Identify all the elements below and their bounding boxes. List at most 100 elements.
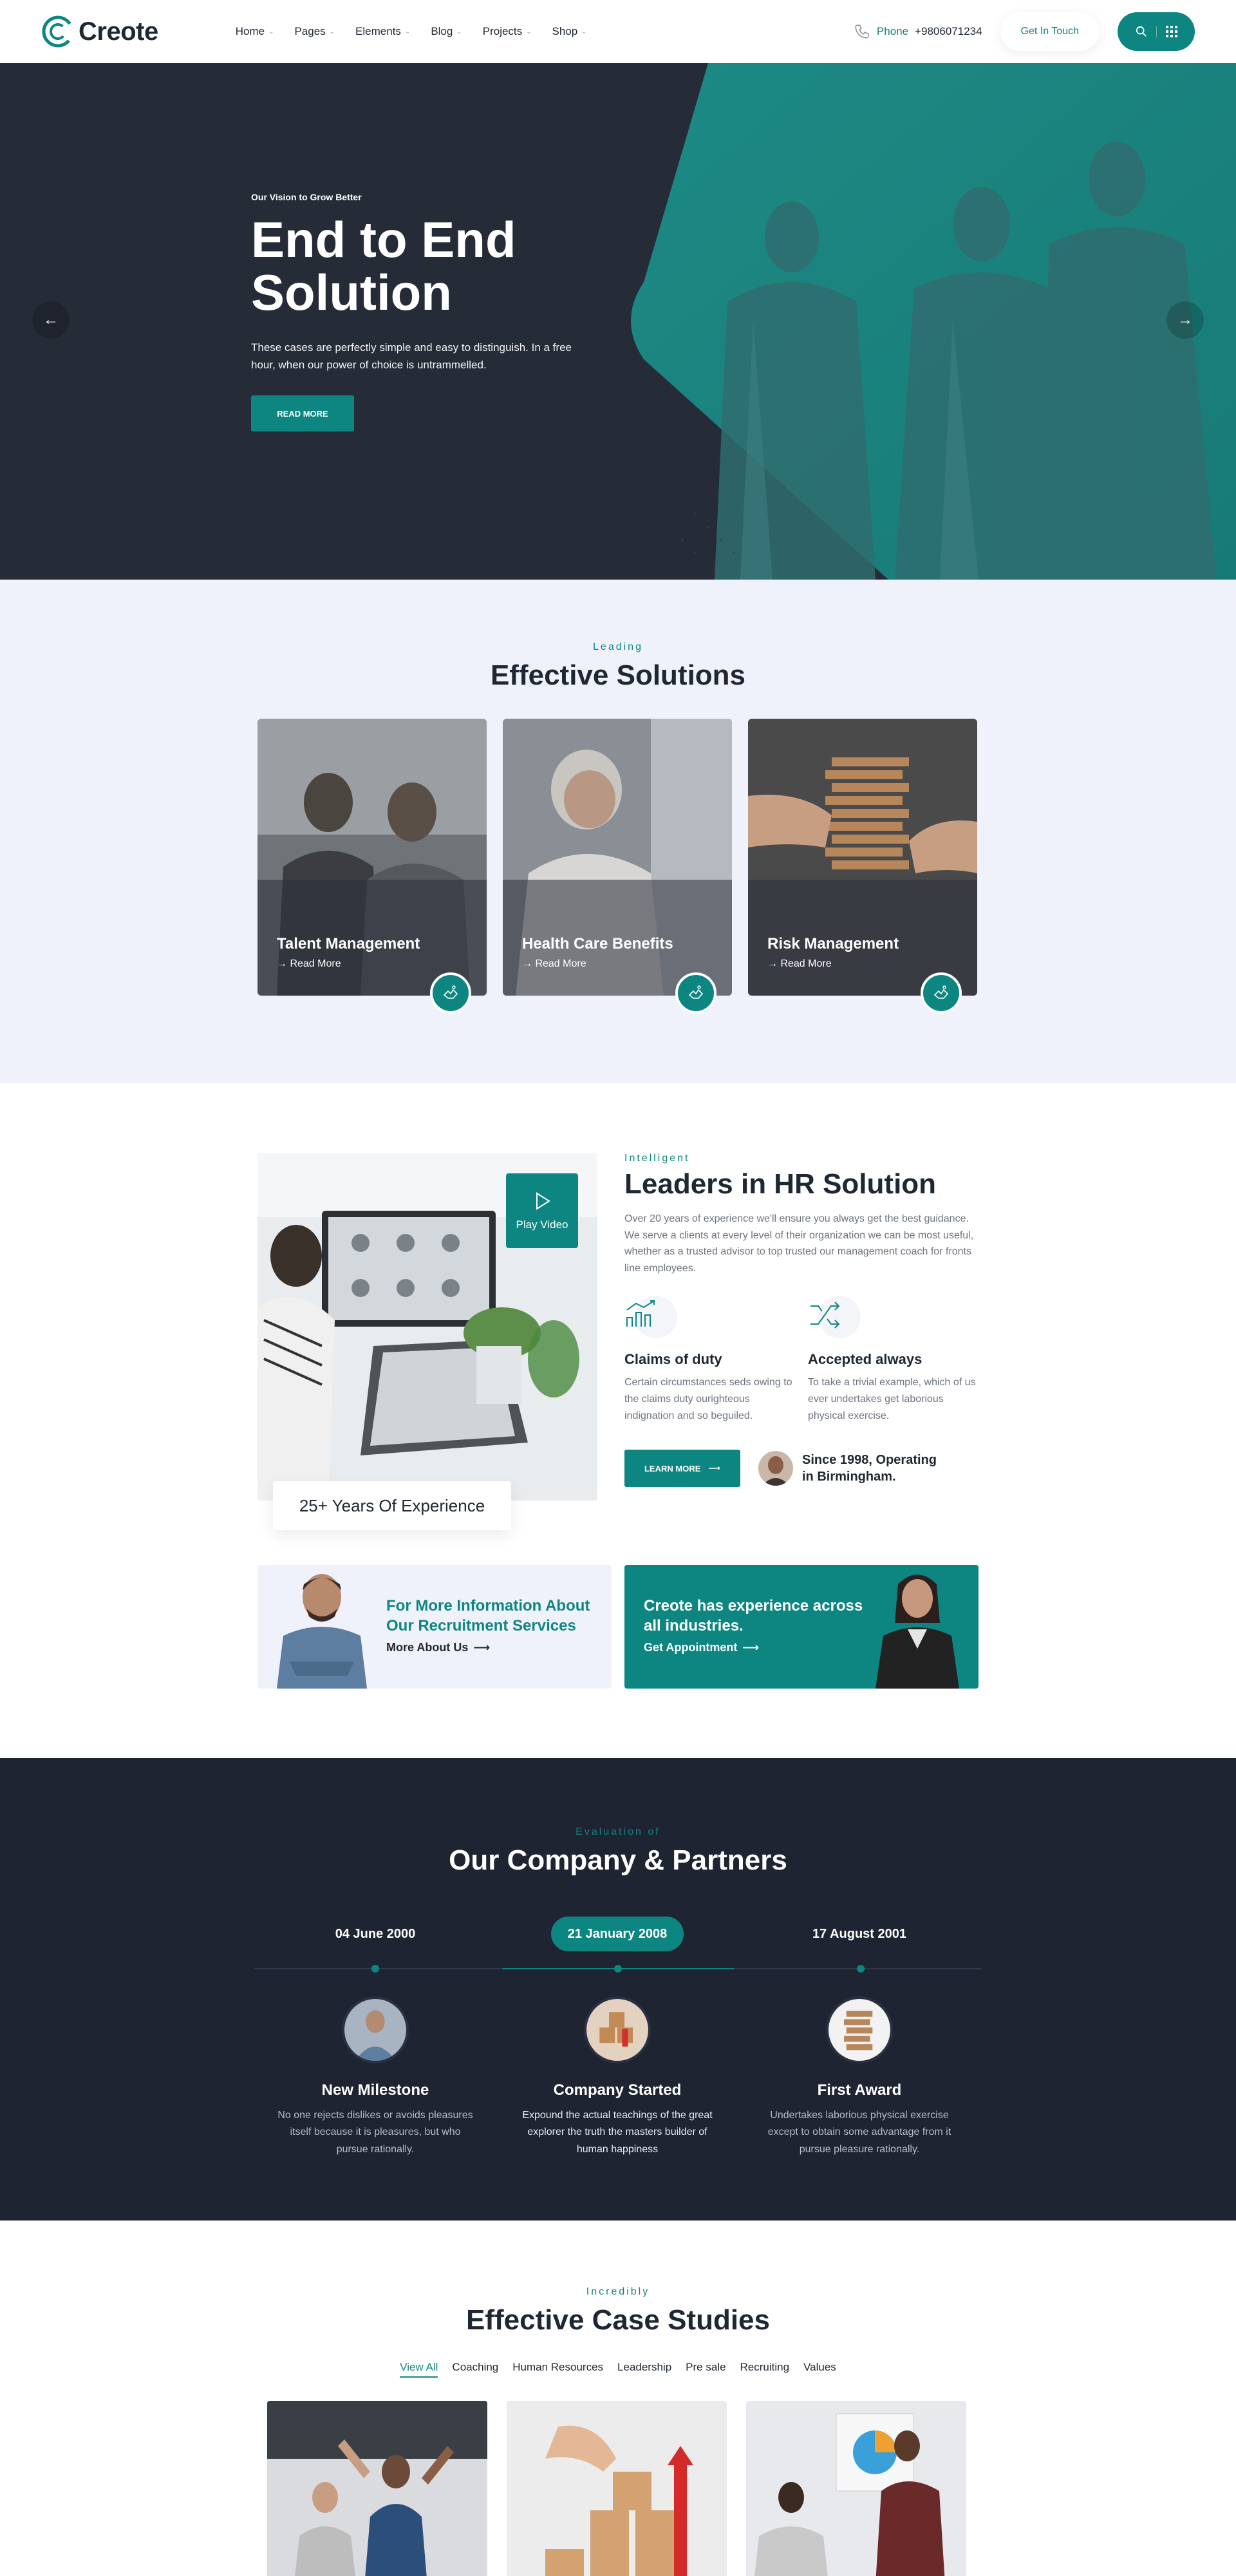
filter-human-resources[interactable]: Human Resources: [512, 2361, 603, 2378]
card-image: [748, 719, 977, 996]
timeline-date-tab[interactable]: 17 August 2001: [796, 1917, 923, 1951]
get-in-touch-button[interactable]: Get In Touch: [1000, 12, 1100, 51]
timeline-date-tab-active[interactable]: 21 January 2008: [550, 1917, 684, 1951]
nav-label: Blog: [431, 25, 453, 37]
logo-text: Creote: [79, 17, 158, 46]
case-filters: View All Coaching Human Resources Leader…: [0, 2361, 1236, 2378]
filter-recruiting[interactable]: Recruiting: [740, 2361, 790, 2378]
arrow-right-icon: ⟶: [708, 1463, 721, 1473]
timeline-date-tab[interactable]: 04 June 2000: [319, 1917, 433, 1951]
handshake-icon: [688, 985, 704, 999]
case-study-card[interactable]: [267, 2401, 487, 2576]
chart-growth-icon: [626, 1300, 655, 1327]
solutions-section: Leading Effective Solutions Talent Manag…: [0, 580, 1236, 1083]
card-image: [258, 719, 487, 996]
arrow-right-icon: ⟶: [473, 1641, 491, 1654]
promo-link-label: More About Us: [386, 1641, 469, 1654]
feature-icon-wrap: [624, 1296, 677, 1339]
hero-slider: ← → Our Vision to Grow Better End to End…: [0, 63, 1236, 580]
filter-leadership[interactable]: Leadership: [617, 2361, 671, 2378]
solution-card[interactable]: Talent Management → Read More: [258, 719, 487, 1014]
chevron-down-icon: ⌄: [456, 28, 462, 35]
hero-title-line: Solution: [251, 263, 452, 321]
feature-item: Claims of duty Certain circumstances sed…: [624, 1296, 795, 1424]
hero-description-line: These cases are perfectly simple and eas…: [251, 341, 572, 354]
promo-title: For More Information About Our Recruitme…: [386, 1596, 590, 1636]
card-read-more-link[interactable]: → Read More: [277, 958, 341, 970]
play-video-button[interactable]: Play Video: [506, 1173, 578, 1248]
event-title: First Award: [817, 2081, 902, 2099]
card-title: Risk Management: [767, 935, 899, 952]
feature-item: Accepted always To take a trivial exampl…: [808, 1296, 979, 1424]
timeline-events: New Milestone No one rejects dislikes or…: [254, 1996, 980, 2158]
handshake-icon: [443, 985, 458, 999]
nav-home[interactable]: Home ⌄: [236, 25, 274, 38]
section-eyebrow: Leading: [593, 641, 643, 652]
event-description: Expound the actual teachings of the grea…: [522, 2110, 713, 2155]
section-title: Our Company & Partners: [449, 1844, 787, 1876]
hero-eyebrow: Our Vision to Grow Better: [251, 192, 362, 202]
search-icon[interactable]: [1136, 26, 1147, 37]
event-title: New Milestone: [321, 2081, 429, 2099]
case-study-card[interactable]: [746, 2401, 966, 2576]
years-experience-badge: 25+ Years Of Experience: [273, 1481, 511, 1530]
timeline-dot: [371, 1965, 379, 1973]
section-title: Effective Case Studies: [466, 2304, 770, 2336]
nav-label: Shop: [552, 25, 578, 37]
event-description: No one rejects dislikes or avoids pleasu…: [277, 2110, 473, 2155]
hr-description: Over 20 years of experience we'll ensure…: [624, 1213, 974, 1274]
filter-values[interactable]: Values: [803, 2361, 836, 2378]
filter-view-all[interactable]: View All: [400, 2361, 438, 2378]
card-badge[interactable]: [675, 972, 716, 1014]
event-description: Undertakes laborious physical exercise e…: [767, 2110, 951, 2155]
filter-pre-sale[interactable]: Pre sale: [686, 2361, 726, 2378]
nav-label: Pages: [294, 25, 326, 37]
promo-title-line: all industries.: [644, 1617, 744, 1635]
nav-projects[interactable]: Projects ⌄: [483, 25, 532, 38]
nav-shop[interactable]: Shop ⌄: [552, 25, 587, 38]
nav-blog[interactable]: Blog ⌄: [431, 25, 462, 38]
section-eyebrow: Incredibly: [586, 2286, 650, 2297]
nav-elements[interactable]: Elements ⌄: [355, 25, 410, 38]
case-study-card[interactable]: [507, 2401, 727, 2576]
solution-cards: Talent Management → Read More Health Car…: [258, 719, 977, 1014]
card-badge[interactable]: [430, 972, 471, 1014]
read-more-button[interactable]: READ MORE: [251, 395, 354, 432]
phone-link[interactable]: Phone +9806071234: [854, 23, 982, 40]
card-read-more-link[interactable]: → Read More: [522, 958, 586, 970]
promo-link-label: Get Appointment: [644, 1641, 738, 1654]
hero-next-arrow[interactable]: →: [1166, 301, 1204, 339]
more-about-us-link[interactable]: More About Us ⟶: [386, 1641, 490, 1654]
section-title: Effective Solutions: [490, 659, 746, 691]
promo-title-line: Creote has experience across: [644, 1597, 863, 1615]
solution-card[interactable]: Health Care Benefits → Read More: [503, 719, 732, 1014]
learn-more-button[interactable]: LEARN MORE ⟶: [624, 1450, 740, 1488]
event-image: [826, 1996, 893, 2063]
logo[interactable]: Creote: [41, 15, 158, 48]
hero-description-line: hour, when our power of choice is untram…: [251, 358, 487, 371]
handshake-icon: [933, 985, 949, 999]
get-appointment-link[interactable]: Get Appointment ⟶: [644, 1641, 759, 1654]
card-read-more-link[interactable]: → Read More: [767, 958, 832, 970]
grid-menu-icon[interactable]: [1165, 26, 1177, 37]
card-image: [503, 719, 732, 996]
nav-pages[interactable]: Pages ⌄: [294, 25, 335, 38]
card-badge[interactable]: [921, 972, 962, 1014]
solution-card[interactable]: Risk Management → Read More: [748, 719, 977, 1014]
event-image: [342, 1996, 409, 2063]
card-title: Health Care Benefits: [522, 935, 673, 952]
timeline-dot: [857, 1965, 865, 1973]
company-timeline-section: Evaluation of Our Company & Partners 04 …: [0, 1758, 1236, 2221]
recruitment-promo: For More Information About Our Recruitme…: [258, 1565, 612, 1689]
main-nav: Home ⌄ Pages ⌄ Elements ⌄ Blog ⌄ Projects ⌄ S…: [236, 25, 587, 38]
since-text-line: in Birmingham.: [802, 1470, 896, 1484]
logo-icon: [42, 15, 74, 48]
since-text-line: Since 1998, Operating: [802, 1453, 937, 1468]
timeline-event: Company Started Expound the actual teach…: [496, 1996, 738, 2158]
hero-prev-arrow[interactable]: ←: [32, 301, 70, 339]
man-portrait-image: [277, 1574, 367, 1689]
chevron-down-icon: ⌄: [404, 28, 411, 35]
filter-coaching[interactable]: Coaching: [452, 2361, 498, 2378]
feature-title: Claims of duty: [624, 1351, 722, 1368]
timeline: 04 June 2000 21 January 2008 17 August 2…: [254, 1917, 982, 1973]
